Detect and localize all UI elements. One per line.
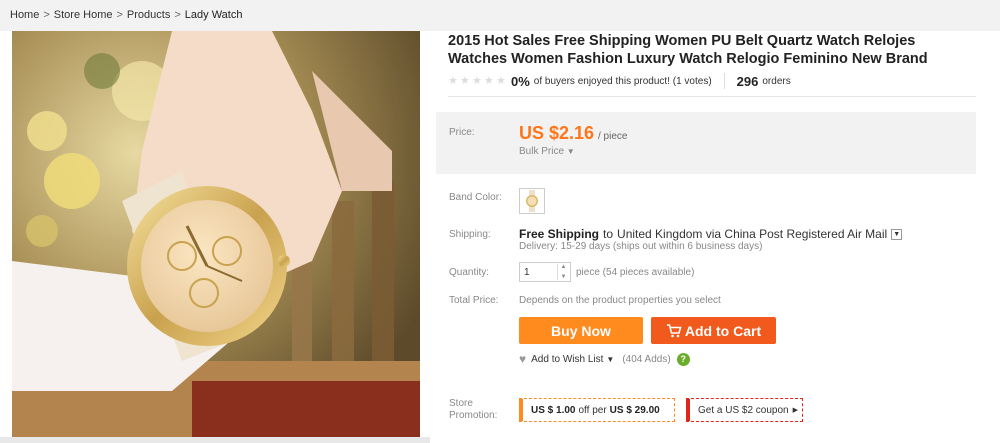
product-image[interactable] bbox=[12, 31, 420, 437]
quantity-label: Quantity: bbox=[449, 267, 490, 278]
rating-stars[interactable]: ★ ★ ★ ★ ★ bbox=[448, 74, 507, 87]
store-promotion-label: Store Promotion: bbox=[449, 398, 497, 422]
cart-icon bbox=[666, 323, 682, 337]
coupon-discount[interactable]: US $ 1.00 off per US $ 29.00 bbox=[519, 398, 675, 422]
stepper-up-icon[interactable]: ▲ bbox=[561, 264, 567, 270]
star-icon: ★ bbox=[448, 74, 458, 87]
band-color-label: Band Color: bbox=[449, 192, 502, 203]
buy-now-button[interactable]: Buy Now bbox=[519, 317, 643, 344]
breadcrumb-current: Lady Watch bbox=[184, 9, 243, 21]
price-box: Price: US $2.16 / piece Bulk Price ▼ bbox=[436, 112, 976, 174]
price-unit: / piece bbox=[598, 131, 628, 142]
product-detail: 2015 Hot Sales Free Shipping Women PU Be… bbox=[448, 31, 976, 97]
bulk-price-toggle[interactable]: Bulk Price ▼ bbox=[519, 146, 575, 157]
price-value: US $2.16 bbox=[519, 123, 595, 143]
shipping-to: to bbox=[603, 227, 614, 241]
shipping-label: Shipping: bbox=[449, 229, 491, 240]
chevron-right-icon: ▶ bbox=[792, 407, 799, 414]
thumbnail-strip bbox=[0, 437, 430, 443]
star-icon: ★ bbox=[472, 74, 482, 87]
get-coupon-button[interactable]: Get a US $2 coupon ▶ bbox=[686, 398, 803, 422]
shipping-line: Free Shipping to United Kingdom via Chin… bbox=[519, 227, 903, 241]
add-to-wishlist-link[interactable]: Add to Wish List bbox=[531, 354, 603, 365]
shipping-destination: United Kingdom via China Post Registered… bbox=[617, 227, 888, 241]
band-color-swatch[interactable] bbox=[519, 188, 545, 214]
divider bbox=[448, 96, 976, 97]
get-coupon-label: Get a US $2 coupon bbox=[698, 404, 789, 416]
total-price-text: Depends on the product properties you se… bbox=[519, 295, 721, 306]
star-icon: ★ bbox=[460, 74, 470, 87]
watch-photo bbox=[12, 31, 420, 437]
store-promotion-label-line1: Store bbox=[449, 398, 473, 409]
chevron-down-icon[interactable]: ▼ bbox=[606, 355, 614, 364]
heart-icon[interactable]: ♥ bbox=[519, 352, 526, 366]
watch-thumbnail-icon bbox=[526, 190, 538, 212]
total-price-label: Total Price: bbox=[449, 295, 499, 306]
divider bbox=[723, 73, 725, 89]
breadcrumb-home[interactable]: Home bbox=[10, 9, 39, 21]
star-icon: ★ bbox=[484, 74, 494, 87]
quantity-available: piece (54 pieces available) bbox=[576, 267, 695, 278]
breadcrumb-products[interactable]: Products bbox=[127, 9, 170, 21]
stepper-down-icon[interactable]: ▼ bbox=[561, 274, 567, 280]
orders-count: 296 bbox=[736, 73, 759, 89]
shipping-dropdown-icon[interactable]: ▼ bbox=[891, 228, 903, 240]
rating-text: of buyers enjoyed this product! (1 votes… bbox=[533, 75, 712, 87]
quantity-input[interactable]: 1 ▲ ▼ bbox=[519, 262, 571, 282]
product-title: 2015 Hot Sales Free Shipping Women PU Be… bbox=[448, 33, 928, 67]
add-to-cart-label: Add to Cart bbox=[684, 322, 762, 339]
help-icon[interactable]: ? bbox=[676, 352, 690, 366]
breadcrumb-separator: > bbox=[43, 9, 50, 21]
rating-row: ★ ★ ★ ★ ★ 0% of buyers enjoyed this prod… bbox=[448, 70, 976, 92]
breadcrumb: Home > Store Home > Products > Lady Watch bbox=[10, 9, 242, 21]
breadcrumb-separator: > bbox=[116, 9, 123, 21]
delivery-info: Delivery: 15-29 days (ships out within 6… bbox=[519, 241, 763, 252]
coupon-mid: off per bbox=[578, 404, 607, 416]
rating-percent: 0% bbox=[511, 73, 530, 89]
quantity-value: 1 bbox=[524, 266, 530, 278]
breadcrumb-store-home[interactable]: Store Home bbox=[54, 9, 113, 21]
free-shipping: Free Shipping bbox=[519, 227, 600, 241]
orders-label: orders bbox=[762, 75, 791, 87]
quantity-stepper[interactable]: ▲ ▼ bbox=[557, 264, 569, 280]
chevron-down-icon: ▼ bbox=[566, 147, 575, 156]
wishlist-adds: (404 Adds) bbox=[622, 353, 671, 365]
breadcrumb-separator: > bbox=[174, 9, 181, 21]
add-to-cart-button[interactable]: Add to Cart bbox=[651, 317, 776, 344]
store-promotion-label-line2: Promotion: bbox=[449, 410, 498, 421]
wishlist-row: ♥ Add to Wish List ▼ (404 Adds) ? bbox=[519, 352, 690, 366]
coupon-minimum: US $ 29.00 bbox=[609, 404, 660, 416]
bulk-price-label: Bulk Price bbox=[519, 146, 565, 157]
star-icon: ★ bbox=[496, 74, 506, 87]
coupon-amount: US $ 1.00 bbox=[531, 404, 576, 416]
price-label: Price: bbox=[449, 127, 475, 138]
